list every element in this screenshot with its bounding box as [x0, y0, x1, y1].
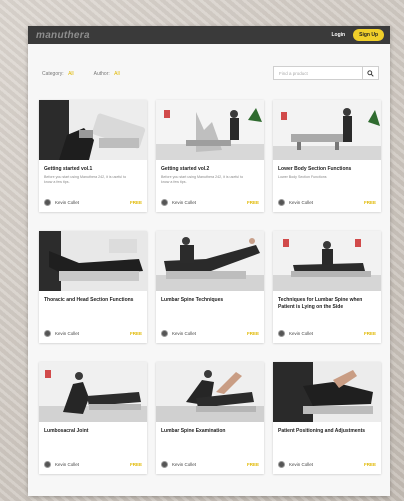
product-title[interactable]: Thoracic and Head Section Functions — [44, 297, 142, 304]
product-title[interactable]: Lumbar Spine Examination — [161, 428, 259, 435]
product-thumbnail[interactable] — [39, 231, 147, 291]
product-price: FREE — [363, 331, 376, 336]
product-author[interactable]: Kevin Collet — [44, 199, 79, 206]
product-price: FREE — [246, 331, 259, 336]
product-card[interactable]: Lumbosacral Joint Kevin Collet FREE — [39, 362, 147, 474]
author-filter[interactable]: Author: All — [94, 71, 120, 77]
search-icon — [367, 69, 374, 77]
avatar — [44, 330, 51, 337]
product-title[interactable]: Lumbar Spine Techniques — [161, 297, 259, 304]
avatar — [44, 461, 51, 468]
product-price: FREE — [363, 200, 376, 205]
product-description: Before you start using Manuthera 242, it… — [161, 175, 244, 184]
product-thumbnail[interactable] — [156, 100, 264, 160]
author-name: Kevin Collet — [289, 200, 314, 205]
top-nav-links: Login Sign Up — [332, 29, 384, 41]
product-description: Before you start using Manuthera 242, it… — [44, 175, 127, 184]
product-card[interactable]: Lumbar Spine Techniques Kevin Collet FRE… — [156, 231, 264, 343]
author-name: Kevin Collet — [172, 200, 197, 205]
product-author[interactable]: Kevin Collet — [44, 330, 79, 337]
avatar — [278, 461, 285, 468]
product-footer: Kevin Collet FREE — [44, 330, 142, 337]
product-footer: Kevin Collet FREE — [44, 199, 142, 206]
product-thumbnail[interactable] — [273, 100, 381, 160]
store-page: manuthera Login Sign Up Category: All Au… — [28, 26, 390, 496]
top-navbar: manuthera Login Sign Up — [28, 26, 390, 44]
avatar — [44, 199, 51, 206]
product-price: FREE — [129, 462, 142, 467]
product-author[interactable]: Kevin Collet — [161, 461, 196, 468]
product-thumbnail[interactable] — [39, 100, 147, 160]
product-card[interactable]: Getting started vol.2 Before you start u… — [156, 100, 264, 212]
author-filter-label: Author: — [93, 71, 110, 77]
product-author[interactable]: Kevin Collet — [278, 199, 313, 206]
product-card[interactable]: Lumbar Spine Examination Kevin Collet FR… — [156, 362, 264, 474]
product-author[interactable]: Kevin Collet — [161, 199, 196, 206]
product-price: FREE — [246, 462, 259, 467]
author-name: Kevin Collet — [289, 462, 314, 467]
author-name: Kevin Collet — [172, 331, 197, 336]
product-title[interactable]: Techniques for Lumbar Spine when Patient… — [278, 297, 376, 311]
category-filter-value[interactable]: All — [68, 71, 74, 77]
site-logo[interactable]: manuthera — [36, 30, 90, 41]
avatar — [161, 330, 168, 337]
product-title[interactable]: Lumbosacral Joint — [44, 428, 142, 435]
product-thumbnail[interactable] — [273, 231, 381, 291]
author-name: Kevin Collet — [55, 200, 80, 205]
avatar — [278, 330, 285, 337]
category-filter[interactable]: Category: All — [42, 71, 74, 77]
product-footer: Kevin Collet FREE — [278, 461, 376, 468]
author-name: Kevin Collet — [55, 331, 80, 336]
product-author[interactable]: Kevin Collet — [161, 330, 196, 337]
product-title[interactable]: Getting started vol.1 — [44, 166, 142, 173]
author-name: Kevin Collet — [289, 331, 314, 336]
product-thumbnail[interactable] — [156, 231, 264, 291]
product-footer: Kevin Collet FREE — [161, 461, 259, 468]
product-card[interactable]: Lower Body Section Functions Lower Body … — [273, 100, 381, 212]
product-author[interactable]: Kevin Collet — [278, 461, 313, 468]
category-filter-label: Category: — [42, 71, 64, 77]
author-name: Kevin Collet — [55, 462, 80, 467]
product-footer: Kevin Collet FREE — [278, 199, 376, 206]
avatar — [161, 461, 168, 468]
signup-button[interactable]: Sign Up — [353, 29, 384, 41]
product-card[interactable]: Thoracic and Head Section Functions Kevi… — [39, 231, 147, 343]
author-name: Kevin Collet — [172, 462, 197, 467]
product-title[interactable]: Getting started vol.2 — [161, 166, 259, 173]
product-thumbnail[interactable] — [156, 362, 264, 422]
product-card[interactable]: Patient Positioning and Adjustments Kevi… — [273, 362, 381, 474]
product-thumbnail[interactable] — [273, 362, 381, 422]
login-link[interactable]: Login — [332, 32, 346, 38]
avatar — [278, 199, 285, 206]
avatar — [161, 199, 168, 206]
product-search: Find a product — [273, 66, 379, 80]
product-thumbnail[interactable] — [39, 362, 147, 422]
product-title[interactable]: Lower Body Section Functions — [278, 166, 376, 173]
product-price: FREE — [246, 200, 259, 205]
product-price: FREE — [129, 331, 142, 336]
product-footer: Kevin Collet FREE — [44, 461, 142, 468]
product-price: FREE — [363, 462, 376, 467]
product-description: Lower Body Section Functions — [278, 175, 327, 179]
product-footer: Kevin Collet FREE — [278, 330, 376, 337]
product-price: FREE — [129, 200, 142, 205]
product-footer: Kevin Collet FREE — [161, 199, 259, 206]
product-author[interactable]: Kevin Collet — [278, 330, 313, 337]
product-card[interactable]: Techniques for Lumbar Spine when Patient… — [273, 231, 381, 343]
author-filter-value[interactable]: All — [114, 71, 120, 77]
search-input[interactable]: Find a product — [273, 66, 363, 80]
product-author[interactable]: Kevin Collet — [44, 461, 79, 468]
product-title[interactable]: Patient Positioning and Adjustments — [278, 428, 376, 435]
product-footer: Kevin Collet FREE — [161, 330, 259, 337]
search-button[interactable] — [363, 66, 379, 80]
product-card[interactable]: Getting started vol.1 Before you start u… — [39, 100, 147, 212]
